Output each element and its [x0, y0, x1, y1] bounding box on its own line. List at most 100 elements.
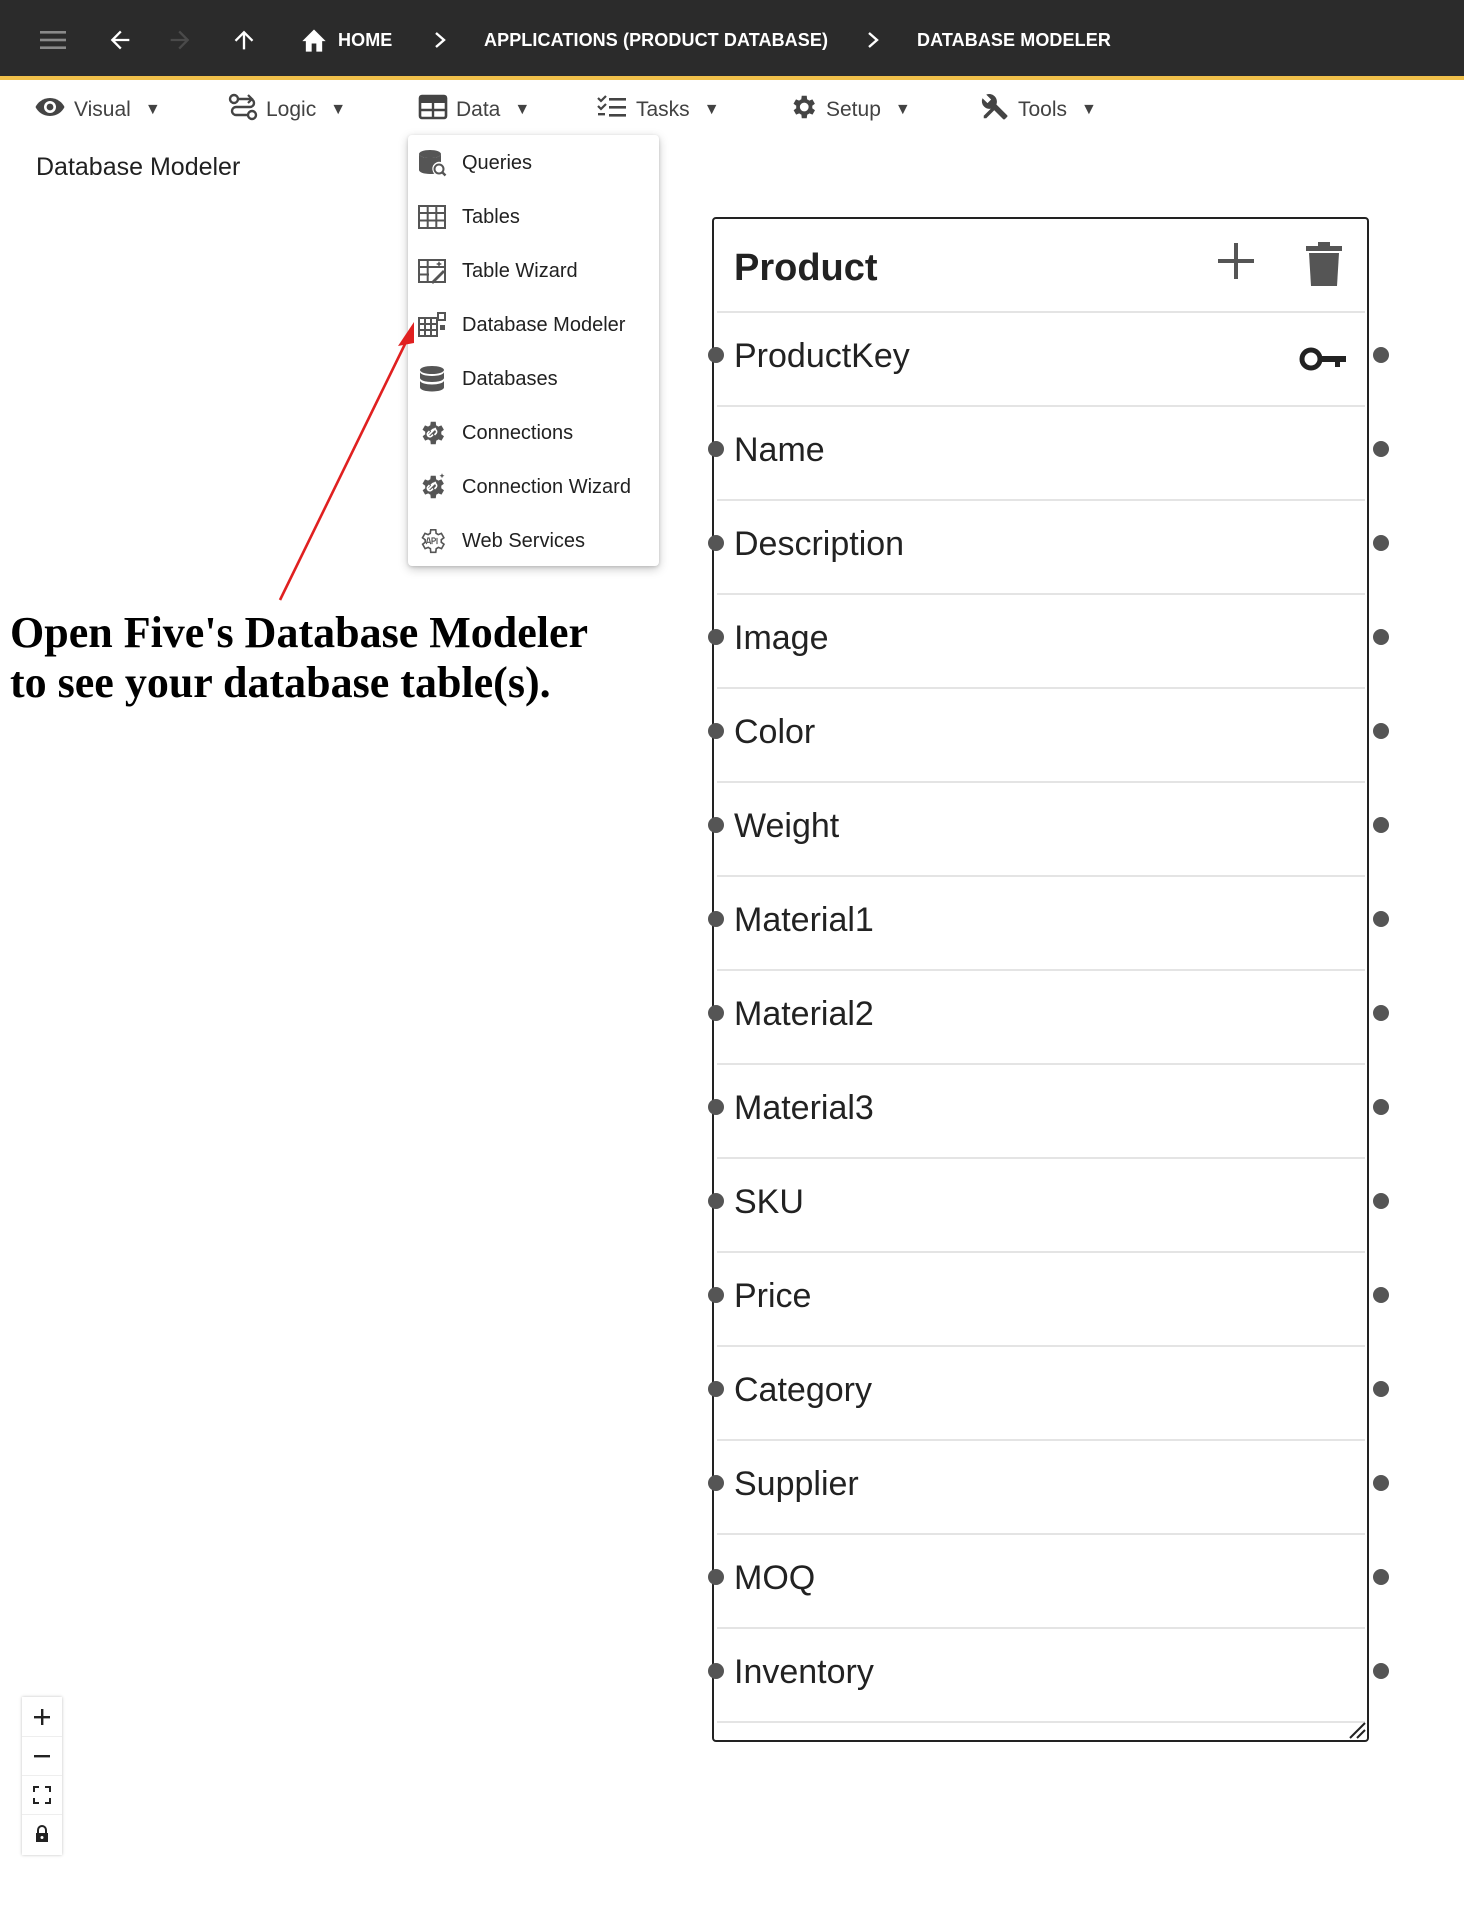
forward-arrow-icon[interactable]: [166, 0, 194, 80]
main-menu-bar: Visual ▼ Logic ▼ Data ▼ Tasks ▼ Setup ▼ …: [0, 84, 1464, 136]
zoom-out-button[interactable]: [22, 1736, 62, 1776]
connection-port-right[interactable]: [1373, 1381, 1389, 1397]
field-row[interactable]: SKU: [717, 1157, 1365, 1251]
field-list-end-divider: [717, 1721, 1365, 1733]
field-row[interactable]: Inventory: [717, 1627, 1365, 1721]
connection-port-left[interactable]: [708, 911, 724, 927]
field-name: MOQ: [734, 1559, 816, 1597]
resize-handle-icon[interactable]: [1348, 1721, 1366, 1739]
connection-port-left[interactable]: [708, 347, 724, 363]
entity-card-product[interactable]: Product ProductKey Name Description Imag…: [712, 217, 1369, 1742]
breadcrumb-separator-icon: [433, 0, 447, 80]
field-row[interactable]: Category: [717, 1345, 1365, 1439]
menu-item-label: Queries: [462, 151, 533, 174]
menu-item-queries[interactable]: Queries: [408, 136, 659, 190]
menu-item-databases[interactable]: Databases: [408, 352, 659, 406]
field-name: Description: [734, 525, 905, 563]
connection-port-right[interactable]: [1373, 347, 1389, 363]
connection-port-right[interactable]: [1373, 1663, 1389, 1679]
field-row[interactable]: Description: [717, 499, 1365, 593]
database-modeler-icon: [417, 310, 447, 340]
field-name: Supplier: [734, 1465, 859, 1503]
connection-port-left[interactable]: [708, 535, 724, 551]
field-row[interactable]: MOQ: [717, 1533, 1365, 1627]
field-row[interactable]: Material3: [717, 1063, 1365, 1157]
dropdown-caret-icon: ▼: [703, 101, 720, 118]
field-row[interactable]: Color: [717, 687, 1365, 781]
field-row[interactable]: Weight: [717, 781, 1365, 875]
field-row[interactable]: Material2: [717, 969, 1365, 1063]
connection-port-left[interactable]: [708, 723, 724, 739]
table-icon: [417, 202, 447, 232]
connection-port-right[interactable]: [1373, 723, 1389, 739]
field-name: Category: [734, 1371, 872, 1409]
query-database-icon: [417, 148, 447, 178]
menu-logic[interactable]: Logic ▼: [228, 84, 346, 136]
menu-item-label: Connection Wizard: [462, 475, 631, 498]
databases-icon: [417, 364, 447, 394]
menu-setup[interactable]: Setup ▼: [788, 84, 911, 136]
home-icon: [300, 27, 328, 53]
field-row[interactable]: Price: [717, 1251, 1365, 1345]
breadcrumb-home-label: HOME: [338, 29, 393, 50]
field-row[interactable]: Name: [717, 405, 1365, 499]
field-name: Material1: [734, 901, 874, 939]
zoom-in-button[interactable]: [22, 1697, 62, 1737]
connection-port-right[interactable]: [1373, 1005, 1389, 1021]
connection-port-left[interactable]: [708, 817, 724, 833]
connection-port-left[interactable]: [708, 1005, 724, 1021]
up-arrow-icon[interactable]: [230, 0, 258, 80]
connection-wizard-icon: [417, 472, 447, 502]
field-row[interactable]: ProductKey: [717, 311, 1365, 405]
connection-port-right[interactable]: [1373, 1569, 1389, 1585]
field-row[interactable]: Supplier: [717, 1439, 1365, 1533]
connection-port-right[interactable]: [1373, 1287, 1389, 1303]
plus-icon: [1218, 243, 1254, 279]
delete-table-button[interactable]: [1304, 241, 1344, 287]
menu-item-connections[interactable]: Connections: [408, 406, 659, 460]
menu-item-web-services[interactable]: Web Services: [408, 514, 659, 568]
menu-item-tables[interactable]: Tables: [408, 190, 659, 244]
menu-item-table-wizard[interactable]: Table Wizard: [408, 244, 659, 298]
connection-port-left[interactable]: [708, 1381, 724, 1397]
menu-item-label: Table Wizard: [462, 259, 578, 282]
menu-item-database-modeler[interactable]: Database Modeler: [408, 298, 659, 352]
connection-port-right[interactable]: [1373, 441, 1389, 457]
connection-port-right[interactable]: [1373, 1099, 1389, 1115]
breadcrumb-applications[interactable]: APPLICATIONS (PRODUCT DATABASE): [484, 0, 828, 80]
connection-port-left[interactable]: [708, 1663, 724, 1679]
lock-canvas-button[interactable]: [22, 1814, 62, 1853]
hamburger-menu-icon[interactable]: [38, 0, 68, 80]
connection-port-left[interactable]: [708, 441, 724, 457]
connection-port-right[interactable]: [1373, 1193, 1389, 1209]
menu-tools[interactable]: Tools ▼: [980, 84, 1097, 136]
menu-visual[interactable]: Visual ▼: [34, 84, 161, 136]
back-arrow-icon[interactable]: [106, 0, 134, 80]
menu-tasks[interactable]: Tasks ▼: [596, 84, 720, 136]
api-gear-icon: [417, 526, 447, 556]
gear-icon: [788, 92, 818, 128]
annotation-line-1: Open Five's Database Modeler: [10, 608, 589, 657]
add-field-button[interactable]: [1214, 239, 1258, 283]
menu-item-connection-wizard[interactable]: Connection Wizard: [408, 460, 659, 514]
dropdown-caret-icon: ▼: [144, 101, 161, 118]
connection-port-left[interactable]: [708, 1193, 724, 1209]
breadcrumb-current-label: DATABASE MODELER: [917, 29, 1111, 50]
breadcrumb-database-modeler: DATABASE MODELER: [917, 0, 1111, 80]
connection-port-left[interactable]: [708, 1099, 724, 1115]
connection-port-left[interactable]: [708, 1475, 724, 1491]
connection-port-left[interactable]: [708, 1287, 724, 1303]
connection-port-right[interactable]: [1373, 817, 1389, 833]
connection-port-left[interactable]: [708, 1569, 724, 1585]
fit-view-icon: [33, 1785, 51, 1804]
field-row[interactable]: Material1: [717, 875, 1365, 969]
connection-port-right[interactable]: [1373, 629, 1389, 645]
connection-port-right[interactable]: [1373, 535, 1389, 551]
field-row[interactable]: Image: [717, 593, 1365, 687]
menu-data[interactable]: Data ▼: [418, 84, 530, 136]
connection-port-right[interactable]: [1373, 1475, 1389, 1491]
connection-port-right[interactable]: [1373, 911, 1389, 927]
connection-port-left[interactable]: [708, 629, 724, 645]
fit-view-button[interactable]: [22, 1775, 62, 1815]
breadcrumb-home[interactable]: HOME: [300, 0, 392, 80]
